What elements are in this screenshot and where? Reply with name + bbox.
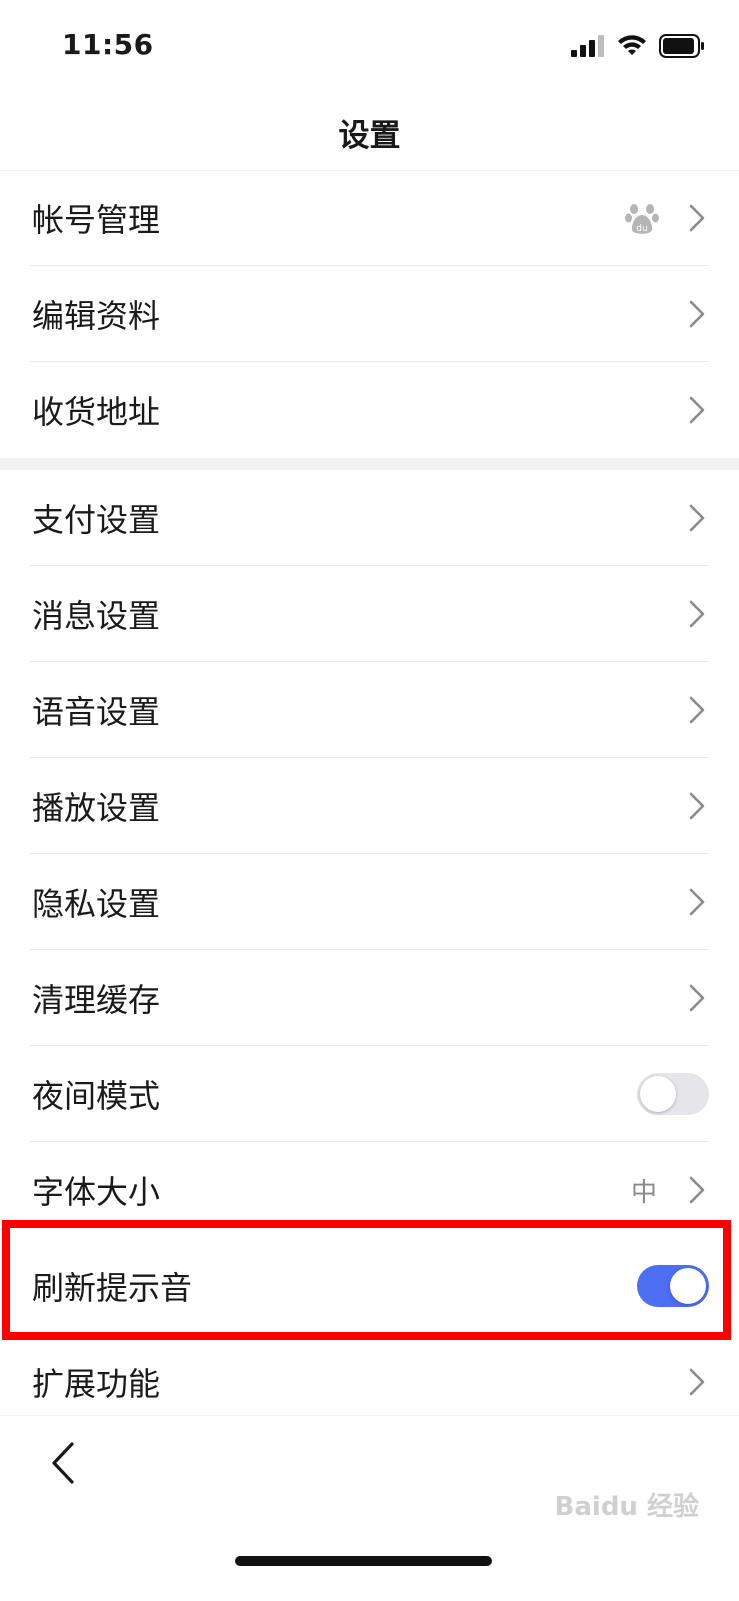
settings-item-label: 播放设置 [32,789,161,827]
settings-item-label: 消息设置 [32,597,161,635]
chevron-right-icon [689,696,705,724]
toggle-knob [640,1076,676,1112]
settings-item-label: 扩展功能 [32,1365,161,1403]
baidu-paw-icon: du [625,204,659,234]
chevron-right-icon [689,1176,705,1204]
status-icons [571,34,705,58]
bottom-toolbar: Baidu 经验 [0,1415,739,1601]
settings-item-label: 收货地址 [32,393,161,431]
chevron-right-icon [689,792,705,820]
settings-item-label: 字体大小 [32,1173,161,1211]
settings-item-label: 支付设置 [32,501,161,539]
settings-item-messages[interactable]: 消息设置 [0,566,739,662]
settings-item-refresh-sound: 刷新提示音 [0,1238,739,1334]
settings-group-account: 帐号管理 du 编辑资料 收货地址 [0,170,739,458]
battery-icon [659,34,704,58]
back-arrow-icon[interactable] [44,1438,84,1488]
settings-item-label: 帐号管理 [32,201,161,239]
chevron-right-icon [689,600,705,628]
settings-item-font-size[interactable]: 字体大小 中 [0,1142,739,1238]
settings-item-label: 清理缓存 [32,981,161,1019]
settings-item-privacy[interactable]: 隐私设置 [0,854,739,950]
chevron-right-icon [689,396,705,424]
settings-item-edit-profile[interactable]: 编辑资料 [0,266,739,362]
chevron-right-icon [689,984,705,1012]
settings-item-clear-cache[interactable]: 清理缓存 [0,950,739,1046]
settings-item-payment[interactable]: 支付设置 [0,470,739,566]
chevron-right-icon [689,888,705,916]
home-indicator[interactable] [235,1556,492,1566]
chevron-right-icon [689,1368,705,1396]
settings-group-general: 支付设置 消息设置 语音设置 播放设置 隐私设置 清理缓存 夜间模式 字体大小 … [0,470,739,1430]
settings-item-account-management[interactable]: 帐号管理 du [0,170,739,266]
night-mode-toggle[interactable] [637,1073,709,1115]
settings-item-label: 隐私设置 [32,885,161,923]
settings-item-label: 编辑资料 [32,297,161,335]
refresh-sound-toggle[interactable] [637,1265,709,1307]
settings-item-label: 夜间模式 [32,1077,161,1115]
signal-icon [571,35,604,57]
chevron-right-icon [689,504,705,532]
settings-item-night-mode: 夜间模式 [0,1046,739,1142]
svg-text:du: du [636,224,647,234]
settings-item-label: 语音设置 [32,693,161,731]
watermark: Baidu 经验 [554,1492,699,1522]
wifi-icon [618,35,646,55]
font-size-value: 中 [630,1177,657,1208]
settings-item-label: 刷新提示音 [32,1269,193,1307]
navigation-bar: 设置 [0,90,739,171]
toggle-knob [670,1268,706,1304]
chevron-right-icon [689,204,705,232]
status-bar: 11:56 [0,0,739,90]
section-gap [0,458,739,470]
settings-item-playback[interactable]: 播放设置 [0,758,739,854]
status-time: 11:56 [62,28,154,61]
settings-item-shipping-address[interactable]: 收货地址 [0,362,739,458]
settings-item-voice[interactable]: 语音设置 [0,662,739,758]
chevron-right-icon [689,300,705,328]
page-title: 设置 [338,118,401,154]
